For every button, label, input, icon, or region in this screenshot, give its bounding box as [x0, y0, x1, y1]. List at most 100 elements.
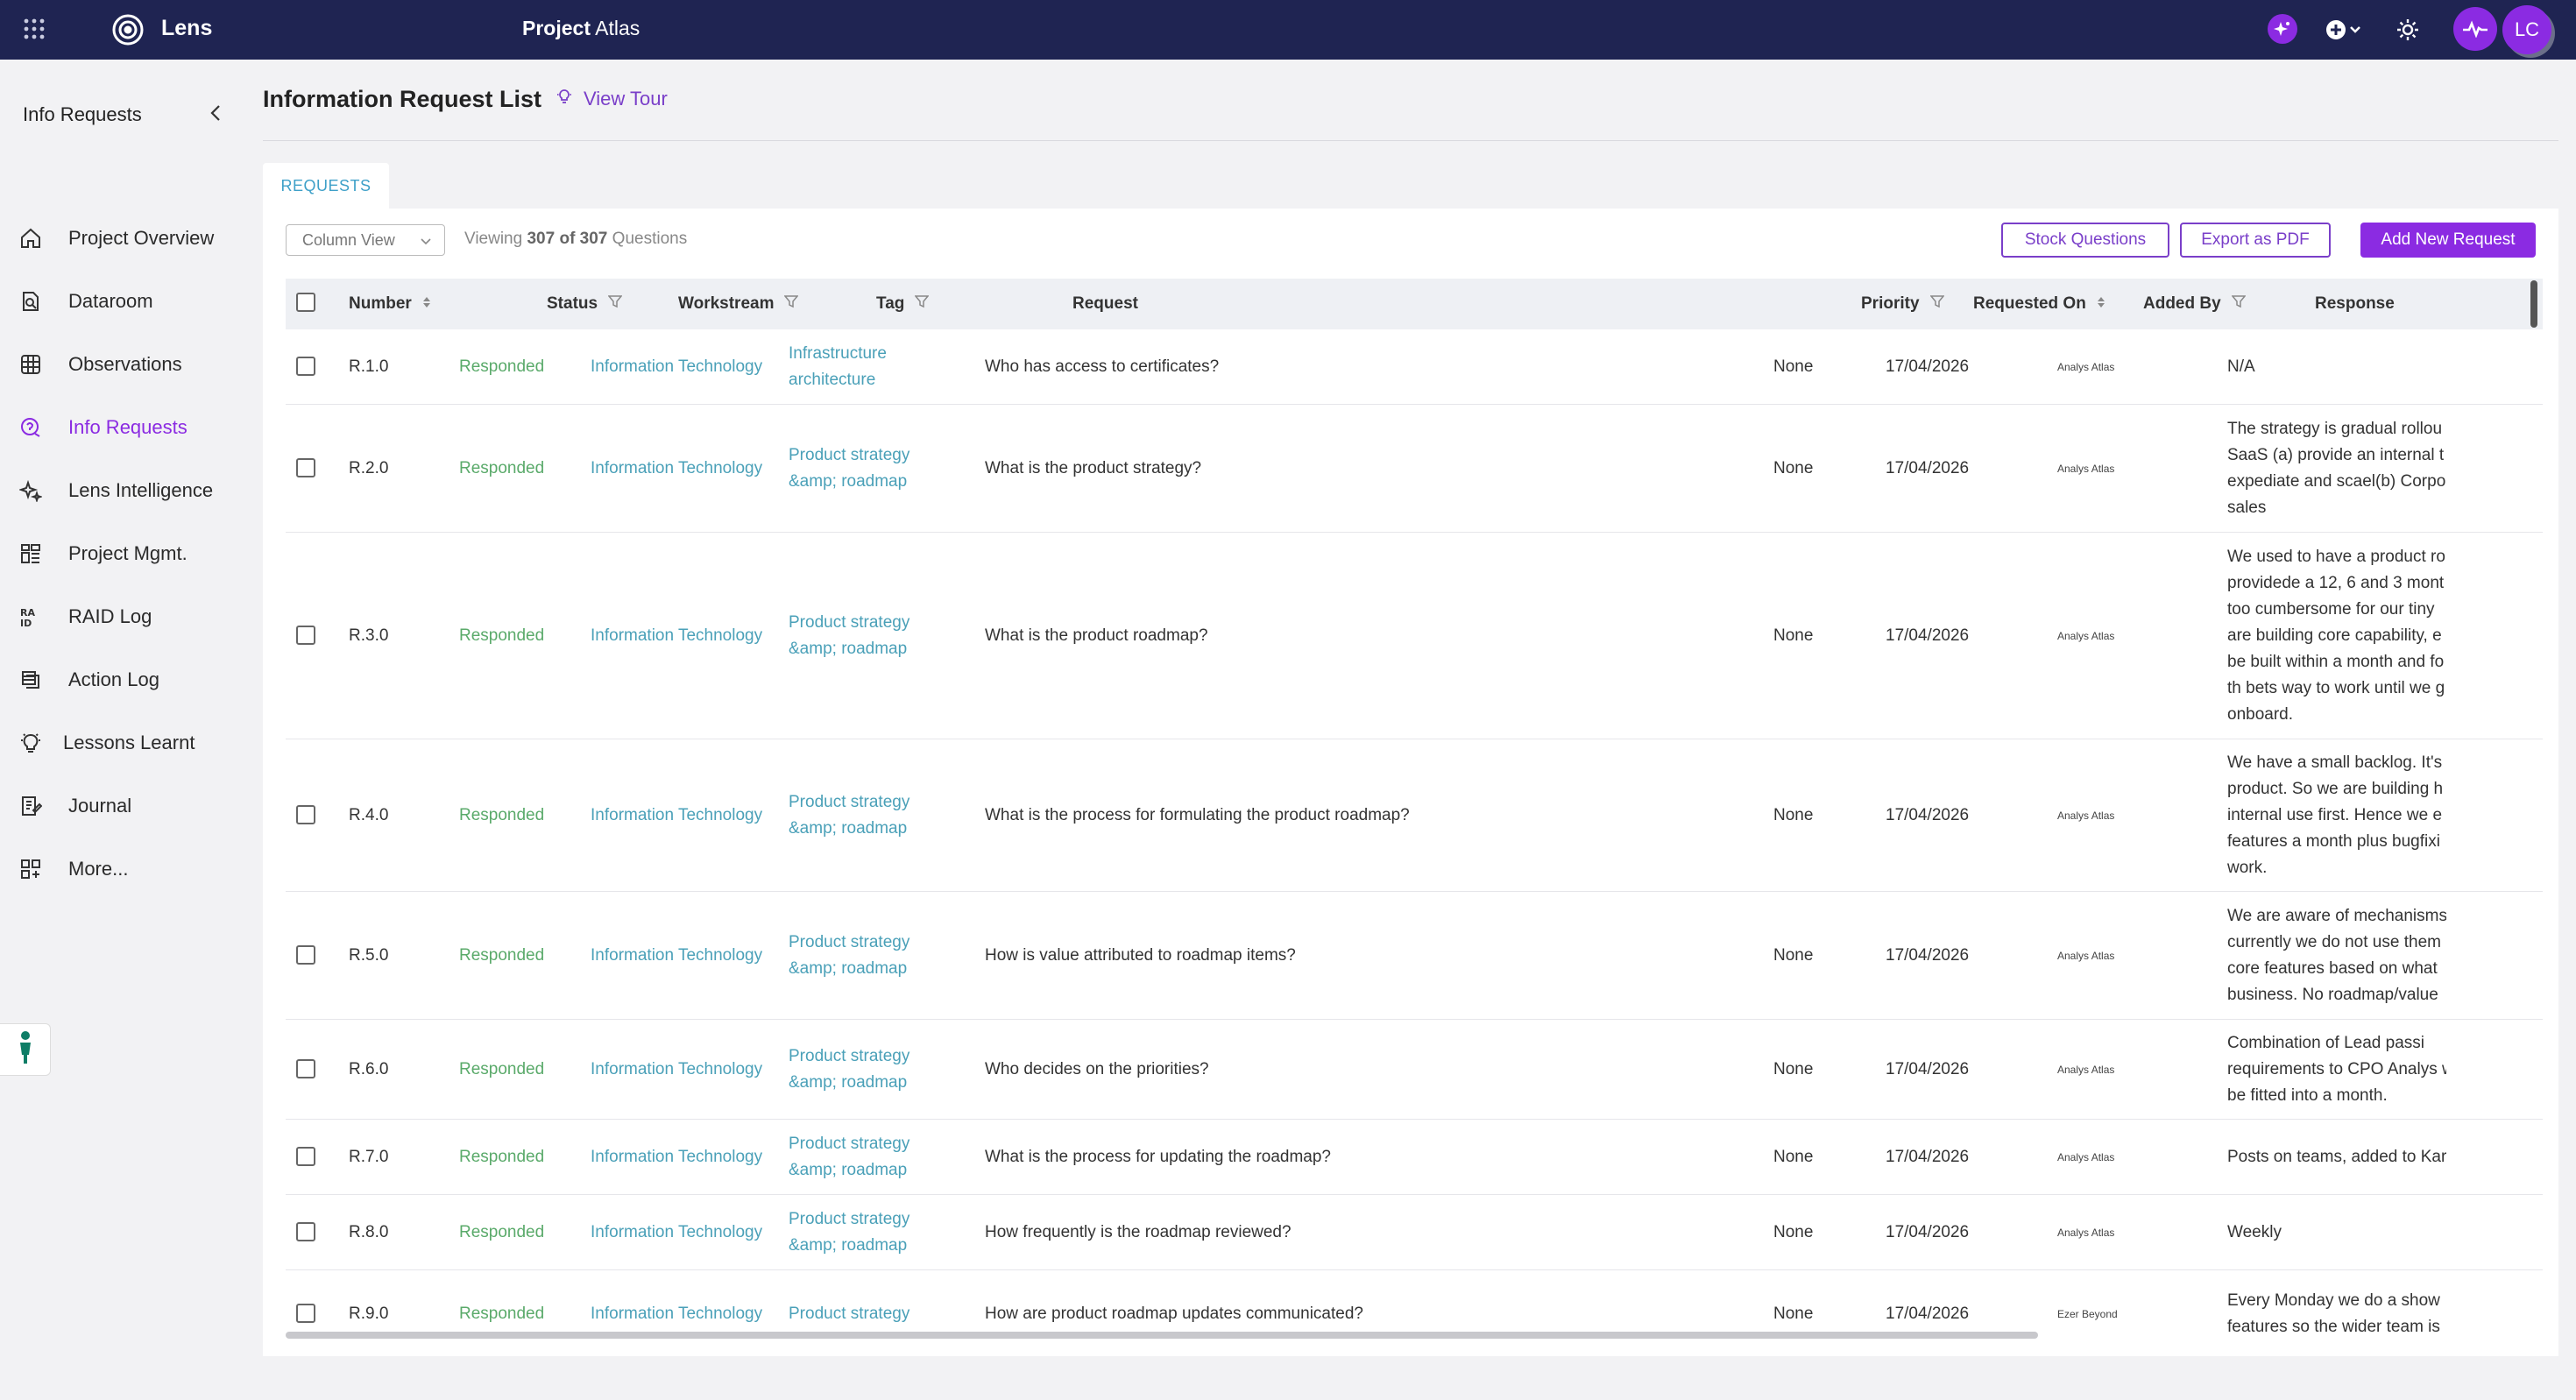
horizontal-scrollbar[interactable] — [286, 1332, 2038, 1339]
filter-icon[interactable] — [783, 294, 800, 314]
request-number[interactable]: R.2.0 — [349, 456, 388, 482]
tag-link[interactable]: Product strategy &amp; roadmap — [789, 930, 938, 982]
sidebar-item-project-overview[interactable]: Project Overview — [18, 221, 214, 256]
add-new-request-button[interactable]: Add New Request — [2360, 223, 2536, 258]
row-checkbox[interactable] — [296, 1304, 315, 1323]
filter-icon[interactable] — [607, 294, 623, 314]
workstream-link[interactable]: Information Technology — [591, 1144, 762, 1170]
column-header-status[interactable]: Status — [547, 294, 623, 314]
request-number[interactable]: R.6.0 — [349, 1057, 388, 1083]
sort-icon[interactable] — [2097, 294, 2105, 314]
workstream-link[interactable]: Information Technology — [591, 803, 762, 829]
tab-requests[interactable]: REQUESTS — [263, 163, 389, 209]
row-checkbox[interactable] — [296, 357, 315, 376]
column-header-workstream[interactable]: Workstream — [678, 294, 800, 314]
row-checkbox[interactable] — [296, 1059, 315, 1078]
user-avatar[interactable]: LC — [2502, 5, 2551, 54]
sidebar-item-observations[interactable]: Observations — [18, 347, 182, 382]
request-text[interactable]: How are product roadmap updates communic… — [985, 1301, 1363, 1327]
table-header: Number Status Workstream Tag Request Pri… — [286, 279, 2543, 329]
sidebar-item-raid-log[interactable]: RA ID RAID Log — [18, 599, 152, 634]
collapse-sidebar-icon[interactable] — [207, 103, 226, 123]
feedback-tab[interactable] — [0, 1023, 51, 1076]
select-all-checkbox[interactable] — [296, 293, 315, 312]
tag-link[interactable]: Product strategy &amp; roadmap — [789, 1043, 938, 1096]
vertical-scrollbar[interactable] — [2530, 280, 2537, 328]
tag-link[interactable]: Product strategy &amp; roadmap — [789, 789, 938, 842]
workstream-link[interactable]: Information Technology — [591, 1220, 762, 1246]
request-number[interactable]: R.8.0 — [349, 1220, 388, 1246]
stock-questions-button[interactable]: Stock Questions — [2001, 223, 2169, 258]
filter-icon[interactable] — [914, 294, 930, 314]
column-header-requested-on[interactable]: Requested On — [1973, 294, 2105, 314]
filter-icon[interactable] — [2231, 294, 2247, 314]
row-checkbox[interactable] — [296, 805, 315, 824]
app-launcher-icon[interactable] — [23, 18, 46, 40]
tag-link[interactable]: Infrastructure architecture — [789, 341, 938, 393]
sidebar-item-journal[interactable]: Journal — [18, 788, 131, 824]
table-row[interactable]: R.5.0 Responded Information Technology Prod… — [286, 892, 2543, 1020]
column-header-added-by[interactable]: Added By — [2143, 294, 2247, 314]
sidebar-item-project-mgmt[interactable]: Project Mgmt. — [18, 536, 188, 571]
table-row[interactable]: R.2.0 Responded Information Technology Prod… — [286, 405, 2543, 533]
request-text[interactable]: How is value attributed to roadmap items… — [985, 943, 1296, 969]
activity-pulse-button[interactable] — [2453, 7, 2497, 51]
tag-link[interactable]: Product strategy &amp; roadmap — [789, 1206, 938, 1259]
workstream-link[interactable]: Information Technology — [591, 943, 762, 969]
request-number[interactable]: R.3.0 — [349, 623, 388, 649]
request-text[interactable]: Who has access to certificates? — [985, 354, 1219, 380]
row-checkbox[interactable] — [296, 626, 315, 645]
request-number[interactable]: R.1.0 — [349, 354, 388, 380]
sidebar-item-action-log[interactable]: Action Log — [18, 662, 159, 697]
request-number[interactable]: R.4.0 — [349, 803, 388, 829]
row-checkbox[interactable] — [296, 1222, 315, 1241]
table-row[interactable]: R.3.0 Responded Information Technology Prod… — [286, 533, 2543, 739]
row-checkbox[interactable] — [296, 458, 315, 477]
export-pdf-button[interactable]: Export as PDF — [2180, 223, 2331, 258]
row-checkbox[interactable] — [296, 1147, 315, 1166]
add-menu-button[interactable] — [2322, 12, 2371, 47]
sidebar-item-lens-intelligence[interactable]: Lens Intelligence — [18, 473, 213, 508]
sidebar-item-lessons-learnt[interactable]: Lessons Learnt — [18, 725, 195, 760]
table-row[interactable]: R.4.0 Responded Information Technology Prod… — [286, 739, 2543, 892]
request-number[interactable]: R.5.0 — [349, 943, 388, 969]
workstream-link[interactable]: Information Technology — [591, 456, 762, 482]
filter-icon[interactable] — [1928, 294, 1945, 314]
column-header-request[interactable]: Request — [1072, 294, 1138, 314]
sort-icon[interactable] — [422, 294, 431, 314]
settings-gear-icon[interactable] — [2390, 12, 2425, 47]
tag-link[interactable]: Product strategy — [789, 1301, 938, 1327]
column-header-number[interactable]: Number — [349, 294, 431, 314]
request-text[interactable]: What is the product roadmap? — [985, 623, 1208, 649]
column-header-response[interactable]: Response — [2315, 294, 2395, 314]
table-row[interactable]: R.8.0 Responded Information Technology Prod… — [286, 1195, 2543, 1270]
request-number[interactable]: R.7.0 — [349, 1144, 388, 1170]
workstream-link[interactable]: Information Technology — [591, 1301, 762, 1327]
table-row[interactable]: R.9.0 Responded Information Technology Prod… — [286, 1270, 2543, 1356]
sidebar-item-more[interactable]: More... — [18, 852, 128, 887]
table-row[interactable]: R.1.0 Responded Information Technology Infr… — [286, 329, 2543, 405]
request-text[interactable]: How frequently is the roadmap reviewed? — [985, 1220, 1292, 1246]
request-text[interactable]: Who decides on the priorities? — [985, 1057, 1209, 1083]
tag-line: &amp; roadmap — [789, 959, 908, 978]
workstream-link[interactable]: Information Technology — [591, 1057, 762, 1083]
table-row[interactable]: R.7.0 Responded Information Technology Prod… — [286, 1120, 2543, 1195]
column-view-select[interactable]: Column View — [286, 224, 445, 256]
table-row[interactable]: R.6.0 Responded Information Technology Prod… — [286, 1020, 2543, 1120]
workstream-link[interactable]: Information Technology — [591, 623, 762, 649]
tag-link[interactable]: Product strategy &amp; roadmap — [789, 610, 938, 662]
column-header-priority[interactable]: Priority — [1861, 294, 1945, 314]
row-checkbox[interactable] — [296, 945, 315, 965]
tag-link[interactable]: Product strategy &amp; roadmap — [789, 442, 938, 495]
ai-assistant-button[interactable] — [2268, 14, 2297, 44]
request-number[interactable]: R.9.0 — [349, 1301, 388, 1327]
request-text[interactable]: What is the product strategy? — [985, 456, 1201, 482]
workstream-link[interactable]: Information Technology — [591, 354, 762, 380]
view-tour-link[interactable]: View Tour — [556, 88, 668, 110]
column-header-tag[interactable]: Tag — [876, 294, 930, 314]
tag-link[interactable]: Product strategy &amp; roadmap — [789, 1131, 938, 1184]
sidebar-item-dataroom[interactable]: Dataroom — [18, 284, 153, 319]
request-text[interactable]: What is the process for formulating the … — [985, 803, 1410, 829]
request-text[interactable]: What is the process for updating the roa… — [985, 1144, 1331, 1170]
sidebar-item-info-requests[interactable]: Info Requests — [18, 410, 188, 445]
